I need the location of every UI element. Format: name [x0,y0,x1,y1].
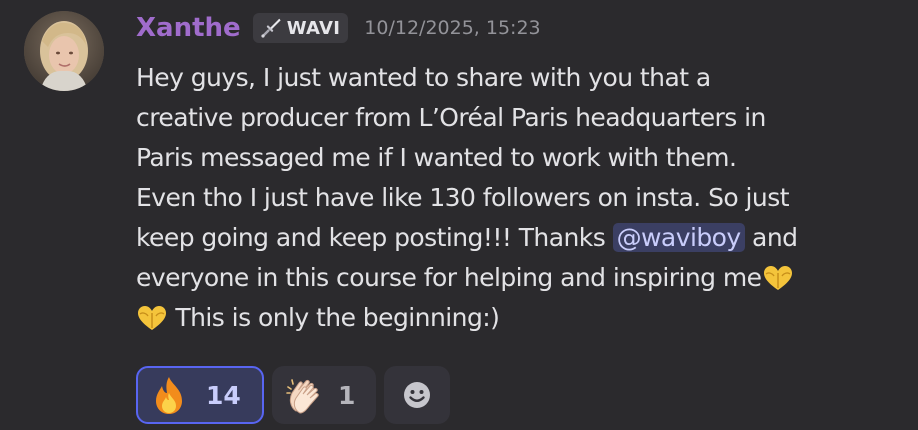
sword-icon [261,18,281,38]
heart-hands-emoji-icon [138,306,166,330]
reactions-bar: 14 1 [136,366,450,424]
message-content: Hey guys, I just wanted to share with yo… [136,58,896,338]
server-tag-label: WAVI [286,17,341,39]
user-avatar[interactable] [24,11,104,91]
reaction-clap[interactable]: 1 [272,366,376,424]
message-line: Paris messaged me if I wanted to work wi… [136,143,737,172]
server-tag[interactable]: WAVI [252,13,349,43]
reaction-count: 14 [206,380,241,410]
reaction-fire[interactable]: 14 [136,366,264,424]
fire-emoji-icon [156,377,182,414]
message-line: creative producer from L’Oréal Paris hea… [136,103,766,132]
add-reaction-smiley-icon [404,382,430,408]
author-name[interactable]: Xanthe [136,13,241,43]
add-reaction-button[interactable] [384,366,450,424]
message-text: keep going and keep posting!!! Thanks [136,223,613,252]
heart-hands-emoji-icon [763,266,792,290]
chat-message: Xanthe WAVI 10/12/2025, 15:23 Hey guys, … [0,0,918,430]
clapping-hands-emoji-icon [286,379,319,414]
reaction-count: 1 [338,380,356,410]
message-line: Hey guys, I just wanted to share with yo… [136,63,711,92]
message-line: Even tho I just have like 130 followers … [136,183,790,212]
message-text: and [744,223,798,252]
message-header: Xanthe WAVI 10/12/2025, 15:23 [136,8,541,48]
message-line: everyone in this course for helping and … [136,258,896,298]
message-text: This is only the beginning:) [168,303,500,332]
message-line: keep going and keep posting!!! Thanks @w… [136,218,896,258]
message-text: everyone in this course for helping and … [136,263,762,292]
message-timestamp[interactable]: 10/12/2025, 15:23 [364,17,540,39]
user-mention[interactable]: @waviboy [612,223,745,252]
message-line: This is only the beginning:) [136,298,896,338]
